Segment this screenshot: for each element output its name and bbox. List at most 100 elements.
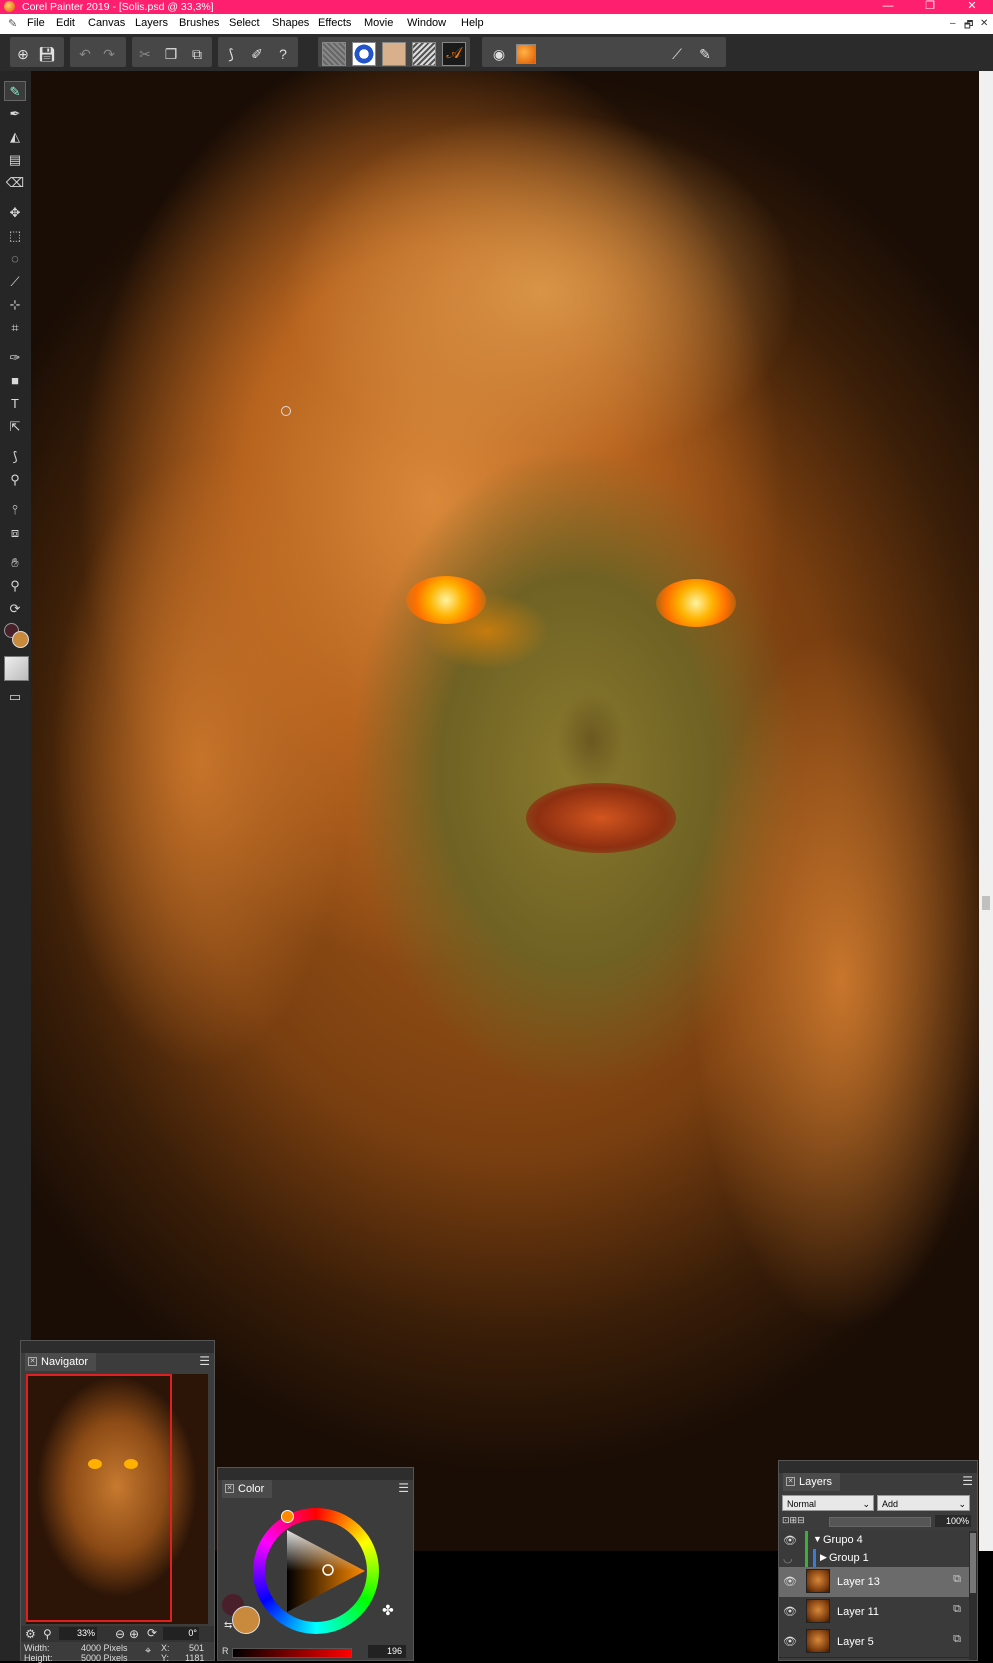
layer-adjuster-tool-icon[interactable]: ✥ — [4, 203, 26, 223]
eraser-tool-icon[interactable]: ⌫ — [4, 173, 26, 193]
paint-bucket-tool-icon[interactable]: ◭ — [4, 127, 26, 147]
visibility-eye-icon[interactable]: 👁︎ — [783, 1534, 797, 1547]
color-panel-main-swatch[interactable] — [232, 1606, 260, 1634]
composite-method-dropdown[interactable]: Normal ⌄ — [782, 1495, 874, 1511]
magnifier-tool-icon[interactable]: ⚲ — [4, 576, 26, 596]
layer-row-layer-11[interactable]: 👁︎ Layer 11 ⧉ — [779, 1597, 969, 1628]
layer-row-layer-13[interactable]: 👁︎ Layer 13 ⧉ — [779, 1567, 969, 1598]
menu-file[interactable]: File — [27, 17, 45, 29]
text-tool-icon[interactable]: T — [4, 394, 26, 414]
save-icon[interactable]: 💾︎ — [38, 45, 56, 63]
navigator-tab[interactable]: ✕ Navigator — [25, 1353, 97, 1371]
gradient-tool-icon[interactable]: ▤ — [4, 150, 26, 170]
rotate-page-tool-icon[interactable]: ⟳ — [4, 599, 26, 619]
restore-window-button[interactable]: ❐ — [910, 0, 950, 14]
vertical-scrollbar[interactable] — [979, 71, 993, 1551]
layers-scrollbar-thumb[interactable] — [970, 1533, 976, 1593]
collapse-triangle-icon[interactable]: ▶ — [820, 1552, 827, 1563]
zoom-in-icon[interactable]: ⊕ — [129, 1627, 139, 1641]
navigator-panel-grip[interactable] — [21, 1341, 214, 1353]
swap-colors-icon[interactable]: ⇆ — [224, 1620, 232, 1631]
paper-swatch[interactable] — [4, 656, 29, 681]
menu-edit[interactable]: Edit — [56, 17, 75, 29]
expand-triangle-icon[interactable]: ▼ — [813, 1534, 822, 1544]
visibility-eye-icon[interactable]: 👁︎ — [783, 1635, 797, 1648]
shape-selection-tool-icon[interactable]: ⇱ — [4, 417, 26, 437]
transform-tool-icon[interactable]: ⧈ — [4, 523, 26, 543]
color-harmonies-icon[interactable]: ✤ — [382, 1602, 394, 1619]
rotation-field[interactable]: 0° — [163, 1627, 199, 1640]
paste-icon[interactable]: ⧉ — [188, 45, 206, 63]
mirror-tool-icon[interactable]: ⫯ — [4, 500, 26, 520]
saturation-value-triangle[interactable] — [253, 1508, 379, 1634]
brush-library-icon[interactable]: ✎ — [696, 45, 714, 63]
brush-controls-icon[interactable]: ✐ — [248, 45, 266, 63]
r-channel-value[interactable]: 196 — [368, 1645, 406, 1658]
crop-tool-icon[interactable]: ⌗ — [4, 318, 26, 338]
visibility-eye-icon[interactable]: 👁︎ — [783, 1605, 797, 1618]
document-minimize-button[interactable]: – — [950, 18, 956, 29]
menu-brushes[interactable]: Brushes — [179, 17, 219, 29]
menu-effects[interactable]: Effects — [318, 17, 351, 29]
menu-canvas[interactable]: Canvas — [88, 17, 125, 29]
composite-depth-dropdown[interactable]: Add ⌄ — [877, 1495, 970, 1511]
navigator-menu-icon[interactable]: ☰ — [199, 1355, 210, 1367]
zoom-out-icon[interactable]: ⊖ — [115, 1627, 125, 1641]
menu-layers[interactable]: Layers — [135, 17, 168, 29]
blender-tool-icon[interactable]: ⟆ — [4, 447, 26, 467]
menu-help[interactable]: Help — [461, 17, 484, 29]
hue-indicator[interactable] — [281, 1510, 294, 1523]
dropper-tool-icon[interactable]: ✒ — [4, 104, 26, 124]
color-set-icon[interactable] — [516, 44, 536, 64]
color-tab[interactable]: ✕ Color — [222, 1480, 273, 1498]
color-panel-grip[interactable] — [218, 1468, 413, 1480]
undo-icon[interactable]: ↶ — [76, 45, 94, 63]
visibility-eye-hidden-icon[interactable]: ◡ — [783, 1552, 793, 1565]
navigator-preview[interactable] — [26, 1374, 208, 1624]
menu-window[interactable]: Window — [407, 17, 446, 29]
zoom-field[interactable]: 33% — [59, 1627, 97, 1640]
rectangular-selection-tool-icon[interactable]: ⬚ — [4, 226, 26, 246]
layer-row-grupo-4[interactable]: 👁︎ ▼ Grupo 4 — [779, 1531, 969, 1550]
pattern-swatch[interactable] — [352, 42, 376, 66]
menu-select[interactable]: Select — [229, 17, 260, 29]
menu-shapes[interactable]: Shapes — [272, 17, 309, 29]
help-icon[interactable]: ? — [274, 45, 292, 63]
menu-movie[interactable]: Movie — [364, 17, 393, 29]
brush-tracking-icon[interactable]: ⟆ — [222, 45, 240, 63]
pen-tool-icon[interactable]: ✑ — [4, 348, 26, 368]
paper-texture-swatch[interactable] — [322, 42, 346, 66]
navigator-view-rectangle[interactable] — [26, 1374, 172, 1622]
flow-map-swatch[interactable] — [382, 42, 406, 66]
layers-panel-grip[interactable] — [779, 1461, 977, 1473]
zoom-icon[interactable]: ⚲ — [43, 1627, 52, 1641]
redo-icon[interactable]: ↷ — [100, 45, 118, 63]
color-swatches[interactable] — [4, 623, 29, 648]
visibility-eye-icon[interactable]: 👁︎ — [783, 1575, 797, 1588]
close-window-button[interactable]: ✕ — [952, 0, 992, 14]
opacity-slider[interactable] — [829, 1517, 931, 1527]
new-document-icon[interactable]: ⊕ — [14, 45, 32, 63]
mixer-icon[interactable]: ◉ — [490, 45, 508, 63]
navigator-settings-icon[interactable]: ⚙ — [25, 1627, 36, 1641]
layers-menu-icon[interactable]: ☰ — [962, 1475, 973, 1487]
brush-tool-icon[interactable]: ✎ — [4, 81, 26, 101]
lasso-tool-icon[interactable]: ◌ — [4, 249, 26, 269]
layer-row-group-1[interactable]: ◡ ▶ Group 1 — [779, 1549, 969, 1568]
cloner-tool-icon[interactable]: ⚲ — [4, 470, 26, 490]
grabber-tool-icon[interactable]: ✋︎ — [4, 553, 26, 573]
lock-transparency-icon[interactable]: ⊡⊞⊟ — [782, 1515, 805, 1526]
brush-selector-icon[interactable]: ⟋ — [668, 45, 686, 63]
nozzle-swatch[interactable]: 𝒜 — [442, 42, 466, 66]
cut-icon[interactable]: ✂ — [136, 45, 154, 63]
layer-row-layer-5[interactable]: 👁︎ Layer 5 ⧉ — [779, 1627, 969, 1658]
color-menu-icon[interactable]: ☰ — [398, 1482, 409, 1494]
selection-adjuster-tool-icon[interactable]: ⊹ — [4, 295, 26, 315]
layers-tab[interactable]: ✕ Layers — [783, 1473, 841, 1491]
magic-wand-tool-icon[interactable]: ⟋ — [4, 272, 26, 292]
minimize-window-button[interactable]: — — [868, 0, 908, 14]
document-restore-button[interactable]: 🗗 — [964, 18, 973, 35]
document-close-button[interactable]: ✕ — [980, 18, 988, 29]
layers-scrollbar[interactable] — [969, 1531, 977, 1660]
copy-icon[interactable]: ❐ — [162, 45, 180, 63]
